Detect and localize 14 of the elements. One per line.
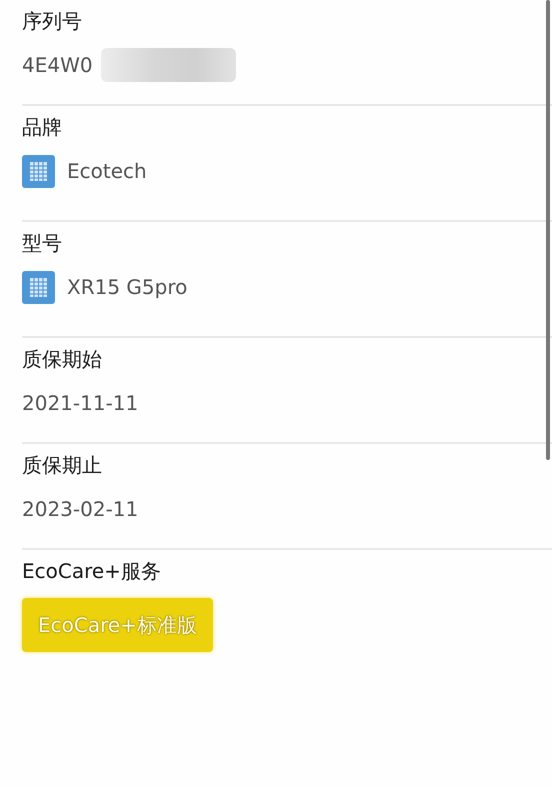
field-value: Ecotech xyxy=(67,158,147,184)
service-badge: EcoCare+标准版 xyxy=(22,598,213,652)
field-label: 型号 xyxy=(22,230,63,256)
table-icon xyxy=(22,154,55,188)
table-icon xyxy=(22,270,55,304)
field-label: 品牌 xyxy=(22,114,63,140)
field-label: EcoCare+服务 xyxy=(22,558,162,584)
field-label: 序列号 xyxy=(22,8,83,34)
field-label: 质保期始 xyxy=(22,346,103,372)
field-value: 4E4W0 xyxy=(22,52,93,78)
field-value: 2023-02-11 xyxy=(22,496,138,522)
field-label: 质保期止 xyxy=(22,452,103,478)
field-value: 2021-11-11 xyxy=(22,390,138,416)
field-value: XR15 G5pro xyxy=(67,274,188,300)
